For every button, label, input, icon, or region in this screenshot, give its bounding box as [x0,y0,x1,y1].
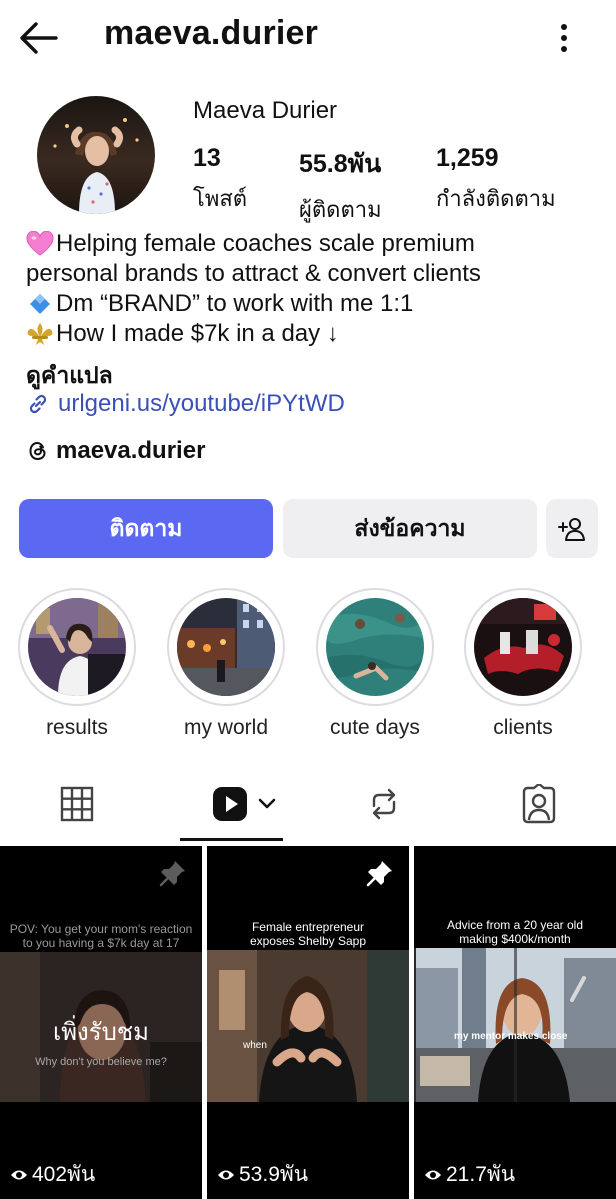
tab-reposts[interactable] [366,784,402,824]
eye-icon [425,1170,441,1179]
highlight-ring [167,588,285,706]
bio-text: How I made $7k in a day ↓ [56,320,339,347]
highlight-ring [316,588,434,706]
profile-link[interactable]: urlgeni.us/youtube/iPYtWD [26,390,345,418]
profile-link-text: urlgeni.us/youtube/iPYtWD [58,390,345,417]
view-count: 21.7พัน [424,1158,515,1191]
link-icon [29,394,47,414]
view-count-value: 402พัน [32,1163,96,1186]
profile-bio: Helping female coaches scale premium per… [26,229,596,349]
blue-diamond-icon [26,291,54,317]
profile-avatar[interactable] [37,96,155,214]
reel-tile[interactable]: Female entrepreneur exposes Shelby Sapp … [207,846,409,1199]
eye-icon [218,1170,234,1179]
threads-badge[interactable]: maeva.durier [26,437,205,465]
stat-following-label: กำลังติดตาม [436,186,556,211]
threads-handle: maeva.durier [56,437,206,464]
highlight-image [28,598,126,696]
view-count-value: 21.7พัน [446,1163,516,1186]
add-person-icon [558,517,585,541]
bio-line: Helping female coaches scale premium [26,229,596,259]
bio-line: personal brands to attract & convert cli… [26,259,596,289]
highlight-label: results [46,716,108,739]
vertical-dots-icon[interactable] [548,18,580,58]
pin-icon [158,858,188,893]
reel-caption: Female entrepreneur exposes Shelby Sapp [249,920,367,948]
profile-username: maeva.durier [104,14,319,52]
tagged-person-icon [522,782,556,824]
reel-caption: POV: You get your mom's reaction to you … [9,922,193,950]
threads-icon [29,441,46,461]
pin-icon [365,858,395,893]
highlight-my-world[interactable]: my world [166,588,286,740]
reel-subtitle: Why don't you believe me? [35,1056,167,1068]
bio-text: Dm “BRAND” to work with me 1:1 [56,290,414,317]
bio-text: personal brands to attract & convert cli… [26,260,481,287]
add-person-button[interactable] [546,499,598,558]
bio-text: Helping female coaches scale premium [56,230,475,257]
highlight-ring [18,588,136,706]
stat-followers[interactable]: 55.8พัน ผู้ติดตาม [299,144,382,227]
reels-icon [213,787,276,821]
view-count: 53.9พัน [217,1158,308,1191]
arrow-left-icon[interactable] [16,18,60,58]
see-translation-link[interactable]: ดูคำแปล [26,358,113,394]
active-tab-indicator [180,838,283,841]
highlight-results[interactable]: results [17,588,137,740]
reels-grid: POV: You get your mom's reaction to you … [0,846,616,1199]
content-tabs [0,770,616,842]
view-count-value: 53.9พัน [239,1163,309,1186]
view-count: 402พัน [10,1158,95,1191]
reel-tile[interactable]: Advice from a 20 year old making $400k/m… [414,846,616,1199]
stat-posts-value: 13 [193,144,221,172]
bio-line: How I made $7k in a day ↓ [26,319,596,349]
pink-heart-icon [26,230,54,257]
bio-line: Dm “BRAND” to work with me 1:1 [26,289,596,319]
highlight-image [474,598,572,696]
message-button[interactable]: ส่งข้อความ [283,499,537,558]
highlight-label: clients [493,716,553,739]
reel-caption: Advice from a 20 year old making $400k/m… [446,918,584,946]
reel-thumbnail [207,950,409,1102]
reel-tile[interactable]: POV: You get your mom's reaction to you … [0,846,202,1199]
reel-thumbnail [414,948,616,1102]
repost-icon [372,788,396,820]
reel-overlay-text: when [243,1040,267,1051]
stat-posts-label: โพสต์ [193,186,248,211]
highlight-cute-days[interactable]: cute days [315,588,435,740]
reel-overlay-text: เพิ่งรับชม [53,1019,149,1046]
stat-followers-label: ผู้ติดตาม [299,197,382,222]
stat-following[interactable]: 1,259 กำลังติดตาม [436,144,556,216]
highlight-image [177,598,275,696]
fleur-de-lis-icon [26,321,54,347]
top-bar: maeva.durier [0,0,616,76]
highlight-ring [464,588,582,706]
profile-full-name: Maeva Durier [193,97,338,124]
tab-tagged[interactable] [520,782,558,824]
tab-grid[interactable] [60,784,94,824]
stat-posts[interactable]: 13 โพสต์ [193,144,247,216]
grid-icon [60,786,94,822]
stat-followers-value: 55.8พัน [299,150,382,178]
highlight-label: cute days [330,716,420,739]
stat-following-value: 1,259 [436,144,499,172]
highlight-label: my world [183,716,268,739]
reel-overlay-text: my mentor makes close [454,1031,568,1042]
eye-icon [11,1170,27,1179]
tab-reels[interactable] [212,784,278,824]
highlight-clients[interactable]: clients [463,588,583,740]
follow-button[interactable]: ติดตาม [19,499,273,558]
highlight-image [326,598,424,696]
